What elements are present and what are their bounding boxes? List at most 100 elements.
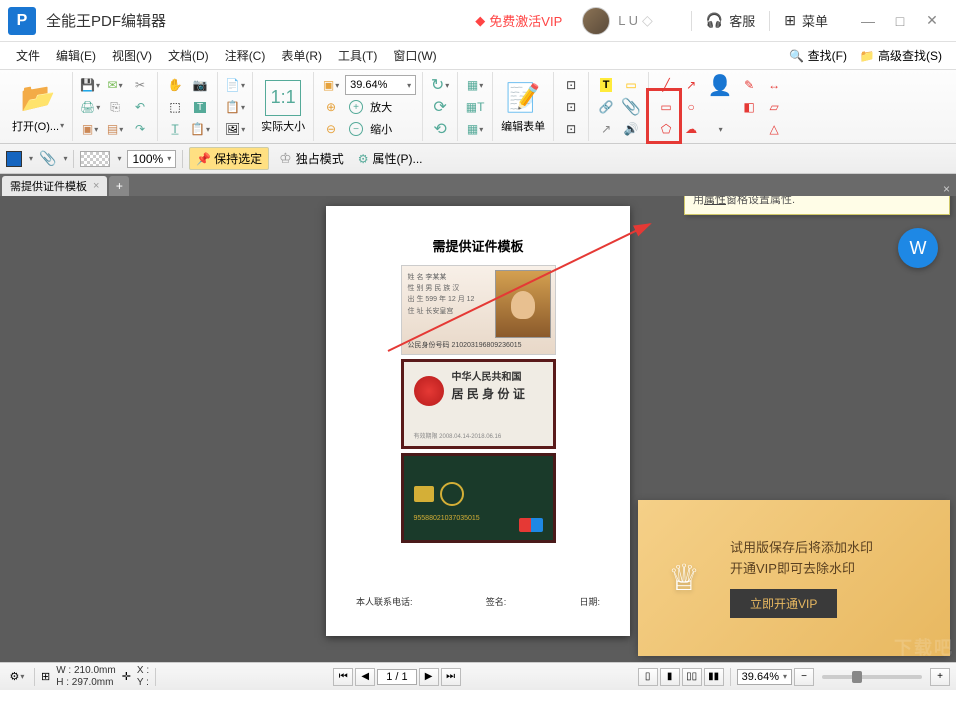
layout-cont-facing[interactable]: ▮▮ [704, 668, 724, 686]
text-tool[interactable]: T [189, 96, 211, 118]
tool-b[interactable]: ▤▾ [104, 118, 126, 140]
opacity-input[interactable]: 100%▾ [127, 150, 176, 168]
text-annot[interactable]: T [595, 74, 617, 96]
layout-single[interactable]: ▯ [638, 668, 658, 686]
select-tool[interactable]: ⬚ [164, 96, 186, 118]
menu-comment[interactable]: 注释(C) [217, 43, 274, 68]
layout-facing[interactable]: ▯▯ [682, 668, 702, 686]
scan-button[interactable]: ⎘ [104, 96, 126, 118]
redo-button[interactable]: ↷ [129, 118, 151, 140]
user-name[interactable]: L U [618, 13, 638, 28]
find-button[interactable]: 🔍 查找(F) [783, 45, 853, 66]
shape-oval[interactable]: ○ [680, 96, 702, 118]
rotate-button[interactable]: ↻▾ [429, 74, 451, 96]
zoom-in-step[interactable]: ⊕ [320, 96, 342, 118]
shape-poly[interactable]: ⬠ [655, 118, 677, 140]
refresh-button[interactable]: ⟳ [429, 96, 451, 118]
form-tool-a[interactable]: ▦▾ [464, 74, 486, 96]
open-button[interactable]: 📂 打开(O)...▾ [10, 78, 66, 136]
next-page-button[interactable]: ▶ [419, 668, 439, 686]
save-button[interactable]: 💾▾ [79, 74, 101, 96]
properties-button[interactable]: ⚙ 属性(P)... [354, 148, 427, 169]
menu-window[interactable]: 窗口(W) [385, 43, 444, 68]
pattern-swatch[interactable] [80, 151, 110, 167]
doc-tool[interactable]: 📄▾ [224, 74, 246, 96]
maximize-button[interactable]: □ [884, 5, 916, 37]
exclusive-mode-toggle[interactable]: ♔ 独占模式 [275, 148, 348, 169]
shape-line[interactable]: ╱ [655, 74, 677, 96]
status-zoom-input[interactable]: 39.64%▾ [737, 669, 792, 685]
tab-active[interactable]: 需提供证件模板 × [2, 176, 107, 196]
menu-button[interactable]: ⊞ 菜单 [784, 11, 828, 30]
field-tool-c[interactable]: ⊡ [560, 118, 582, 140]
menu-edit[interactable]: 编辑(E) [48, 43, 104, 68]
area-tool[interactable]: ▱ [763, 96, 785, 118]
crop-button[interactable]: ✂ [129, 74, 151, 96]
zoom-input[interactable]: ▾ [345, 75, 416, 95]
link-tool[interactable]: 🔗 [595, 96, 617, 118]
hand-tool[interactable]: ✋ [164, 74, 186, 96]
shape-cloud[interactable]: ☁ [680, 118, 702, 140]
tab-close-icon[interactable]: × [93, 180, 99, 192]
undo-button[interactable]: ↶ [129, 96, 151, 118]
menu-file[interactable]: 文件 [8, 43, 48, 68]
field-tool-b[interactable]: ⊡ [560, 96, 582, 118]
status-zoom-in[interactable]: + [930, 668, 950, 686]
reload-button[interactable]: ⟲ [429, 118, 451, 140]
note-annot[interactable]: ▭ [620, 74, 642, 96]
menu-tools[interactable]: 工具(T) [330, 43, 385, 68]
shape-arrow[interactable]: ↗ [680, 74, 702, 96]
zoom-slider[interactable] [822, 675, 922, 679]
arrow-tool[interactable]: ↗ [595, 118, 617, 140]
zoom-in-button[interactable]: + [345, 96, 367, 118]
zoom-out-step[interactable]: ⊖ [320, 118, 342, 140]
first-page-button[interactable]: ⏮ [333, 668, 353, 686]
support-button[interactable]: 🎧 客服 [706, 11, 755, 30]
mail-button[interactable]: ✉▾ [104, 74, 126, 96]
tabs-close-all[interactable]: × [937, 182, 956, 196]
keep-selected-toggle[interactable]: 📌 保持选定 [189, 147, 269, 170]
attachment-tool[interactable]: 📎 [620, 96, 642, 118]
open-vip-button[interactable]: 立即开通VIP [730, 589, 837, 618]
dimension-tool[interactable]: ↔ [763, 74, 785, 96]
advanced-find-button[interactable]: 📁 高级查找(S) [853, 45, 948, 66]
pencil-tool[interactable]: ✎ [738, 74, 760, 96]
fill-color[interactable] [6, 151, 22, 167]
layout-cont[interactable]: ▮ [660, 668, 680, 686]
menu-view[interactable]: 视图(V) [104, 43, 160, 68]
status-zoom-out[interactable]: − [794, 668, 814, 686]
tool-a[interactable]: ▣▾ [79, 118, 101, 140]
zoom-out-button[interactable]: − [345, 118, 367, 140]
last-page-button[interactable]: ⏭ [441, 668, 461, 686]
stamp-tool[interactable]: 👤 [705, 74, 735, 96]
actual-size-button[interactable]: 1:1 实际大小 [259, 78, 307, 136]
shape-rect[interactable]: ▭ [655, 96, 677, 118]
document-canvas[interactable]: 需提供证件模板 姓 名 李某某 性 别 男 民 族 汉 出 生 599 年 12… [0, 196, 956, 662]
tab-add-button[interactable]: + [109, 176, 129, 196]
edit-form-button[interactable]: 📝 编辑表单 [499, 78, 547, 136]
snapshot-tool[interactable]: 📷 [189, 74, 211, 96]
menu-form[interactable]: 表单(R) [273, 43, 330, 68]
menu-document[interactable]: 文档(D) [160, 43, 217, 68]
vip-activate-button[interactable]: ◆ 免费激活VIP [475, 11, 562, 30]
edit-text-tool[interactable]: T̲ [164, 118, 186, 140]
form-tool-b[interactable]: ▦T [464, 96, 486, 118]
clip-icon[interactable]: 📎 [39, 150, 56, 167]
form-tool-c[interactable]: ▦▾ [464, 118, 486, 140]
image-tool[interactable]: 🖼▾ [224, 118, 246, 140]
floating-action-button[interactable]: W [898, 228, 938, 268]
field-tool-a[interactable]: ⊡ [560, 74, 582, 96]
sound-tool[interactable]: 🔊 [620, 118, 642, 140]
print-button[interactable]: 🖨▾ [79, 96, 101, 118]
copy-tool[interactable]: 📋▾ [224, 96, 246, 118]
settings-button[interactable]: ⚙▾ [6, 666, 28, 688]
clipboard-tool[interactable]: 📋▾ [189, 118, 211, 140]
prev-page-button[interactable]: ◀ [355, 668, 375, 686]
perimeter-tool[interactable]: △ [763, 118, 785, 140]
close-button[interactable]: ✕ [916, 5, 948, 37]
minimize-button[interactable]: — [852, 5, 884, 37]
avatar[interactable] [582, 7, 610, 35]
eraser-tool[interactable]: ◧ [738, 96, 760, 118]
page-indicator[interactable]: 1 / 1 [377, 669, 416, 685]
stamp-dd[interactable]: ▾ [705, 118, 735, 140]
